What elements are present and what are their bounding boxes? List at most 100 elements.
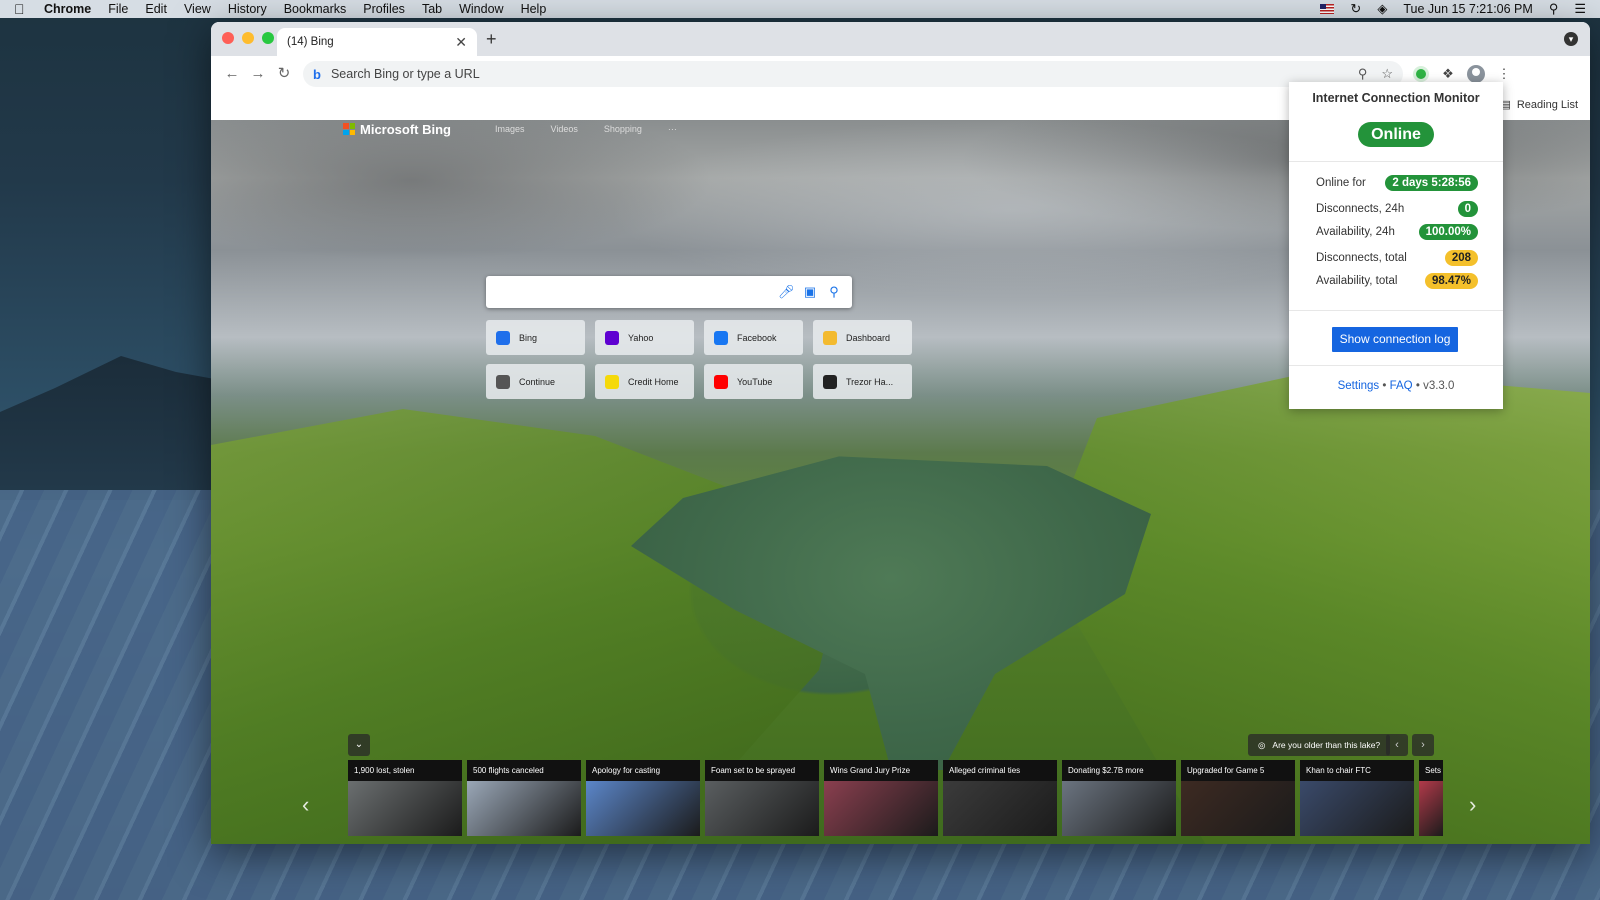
continue-icon bbox=[496, 374, 510, 389]
nav-more[interactable]: ··· bbox=[668, 124, 677, 134]
news-scroll-left-icon[interactable]: ‹ bbox=[302, 792, 309, 818]
news-card[interactable]: Foam set to be sprayed bbox=[705, 760, 819, 836]
control-center-icon[interactable]: ☰ bbox=[1574, 0, 1586, 18]
quick-link-tile[interactable]: Dashboard bbox=[813, 320, 912, 355]
window-zoom-button[interactable] bbox=[262, 32, 274, 44]
quick-link-tile[interactable]: Trezor Ha... bbox=[813, 364, 912, 399]
reading-list-label: Reading List bbox=[1516, 98, 1578, 111]
quick-link-tile[interactable]: Bing bbox=[486, 320, 585, 355]
reading-list-button[interactable]: ▤ Reading List bbox=[1500, 98, 1578, 112]
input-source-flag-icon[interactable] bbox=[1320, 4, 1335, 14]
stat-row: Disconnects, 24h 0 bbox=[1316, 201, 1478, 217]
microphone-icon[interactable]: 🎤︎ bbox=[778, 284, 795, 300]
show-connection-log-button[interactable]: Show connection log bbox=[1332, 327, 1458, 352]
version-label: v3.3.0 bbox=[1423, 380, 1455, 392]
stat-value-badge: 100.00% bbox=[1418, 224, 1478, 240]
menu-tab[interactable]: Tab bbox=[422, 0, 442, 18]
reload-button[interactable]: ↻ bbox=[271, 61, 297, 87]
news-card-title: 1,900 lost, stolen bbox=[354, 766, 415, 775]
extensions-puzzle-icon[interactable]: ❖ bbox=[1439, 66, 1457, 82]
settings-link[interactable]: Settings bbox=[1338, 380, 1380, 392]
zoom-icon[interactable]: ⚲ bbox=[1358, 66, 1368, 82]
news-card-image bbox=[348, 781, 462, 836]
menu-help[interactable]: Help bbox=[521, 0, 547, 18]
nav-images[interactable]: Images bbox=[495, 124, 525, 134]
microsoft-bing-logo[interactable]: Microsoft Bing bbox=[343, 122, 451, 137]
menu-view[interactable]: View bbox=[184, 0, 211, 18]
quick-link-label: Credit Home bbox=[628, 376, 679, 387]
quick-link-tile[interactable]: Credit Home bbox=[595, 364, 694, 399]
tab-bing[interactable]: (14) Bing ✕ bbox=[277, 28, 477, 56]
news-card[interactable]: Donating $2.7B more bbox=[1062, 760, 1176, 836]
address-bar[interactable]: b Search Bing or type a URL ⚲ ☆ bbox=[303, 61, 1403, 87]
popup-title: Internet Connection Monitor bbox=[1312, 91, 1480, 105]
news-scroll-right-icon[interactable]: › bbox=[1469, 792, 1476, 818]
bing-favicon-icon: b bbox=[313, 66, 321, 82]
menu-app-name[interactable]: Chrome bbox=[44, 0, 91, 18]
trezor-icon bbox=[823, 374, 837, 389]
news-card[interactable]: 500 flights canceled bbox=[467, 760, 581, 836]
news-card-title: Apology for casting bbox=[592, 766, 661, 775]
news-card[interactable]: Alleged criminal ties bbox=[943, 760, 1057, 836]
news-card-image bbox=[824, 781, 938, 836]
menu-edit[interactable]: Edit bbox=[145, 0, 167, 18]
profile-avatar-icon[interactable] bbox=[1467, 65, 1485, 83]
previous-image-button[interactable]: ‹ bbox=[1386, 734, 1408, 756]
news-card-title: Upgraded for Game 5 bbox=[1187, 766, 1265, 775]
menu-profiles[interactable]: Profiles bbox=[363, 0, 405, 18]
chrome-menu-icon[interactable]: ⋮ bbox=[1495, 66, 1513, 82]
news-card-title: Alleged criminal ties bbox=[949, 766, 1021, 775]
search-icon[interactable]: ⚲ bbox=[826, 284, 842, 300]
tab-close-icon[interactable]: ✕ bbox=[455, 34, 467, 51]
connection-monitor-extension-icon[interactable] bbox=[1413, 66, 1429, 82]
image-info-button[interactable]: ◎ Are you older than this lake? bbox=[1248, 734, 1391, 756]
stat-row: Disconnects, total 208 bbox=[1316, 250, 1478, 266]
next-image-button[interactable]: › bbox=[1412, 734, 1434, 756]
news-card[interactable]: 1,900 lost, stolen bbox=[348, 760, 462, 836]
quick-link-tile[interactable]: Yahoo bbox=[595, 320, 694, 355]
visual-search-icon[interactable]: ▣ bbox=[802, 284, 818, 300]
news-card-image bbox=[943, 781, 1057, 836]
menu-bookmarks[interactable]: Bookmarks bbox=[284, 0, 347, 18]
collapse-feed-button[interactable]: ⌄ bbox=[348, 734, 370, 756]
news-card[interactable]: Wins Grand Jury Prize bbox=[824, 760, 938, 836]
menu-file[interactable]: File bbox=[108, 0, 128, 18]
spotlight-search-icon[interactable]: ⚲ bbox=[1549, 0, 1559, 18]
bookmark-star-icon[interactable]: ☆ bbox=[1381, 66, 1393, 82]
tab-search-icon[interactable]: ▾ bbox=[1564, 32, 1578, 46]
window-close-button[interactable] bbox=[222, 32, 234, 44]
window-minimize-button[interactable] bbox=[242, 32, 254, 44]
forward-button[interactable]: → bbox=[245, 61, 271, 87]
news-card-image bbox=[1419, 781, 1443, 836]
quick-link-label: Facebook bbox=[737, 332, 777, 343]
menu-window[interactable]: Window bbox=[459, 0, 503, 18]
apple-menu-icon[interactable]:  bbox=[14, 2, 28, 16]
bing-logo-text: Microsoft Bing bbox=[360, 121, 451, 137]
quick-link-tile[interactable]: Continue bbox=[486, 364, 585, 399]
popup-footer: Settings • FAQ • v3.3.0 bbox=[1289, 380, 1503, 392]
desktop-wallpaper-mountain bbox=[0, 356, 220, 500]
wifi-icon[interactable]: ◈ bbox=[1377, 0, 1387, 18]
stat-label: Disconnects, total bbox=[1316, 252, 1407, 264]
quick-link-tile[interactable]: Facebook bbox=[704, 320, 803, 355]
quick-link-label: Continue bbox=[519, 376, 556, 387]
time-machine-icon[interactable]: ↻ bbox=[1350, 0, 1361, 18]
stat-row: Online for 2 days 5:28:56 bbox=[1316, 175, 1478, 191]
news-card[interactable]: Apology for casting bbox=[586, 760, 700, 836]
mac-menu-bar:  Chrome File Edit View History Bookmark… bbox=[0, 0, 1600, 18]
back-button[interactable]: ← bbox=[219, 61, 245, 87]
nav-videos[interactable]: Videos bbox=[551, 124, 578, 134]
menu-clock[interactable]: Tue Jun 15 7:21:06 PM bbox=[1403, 2, 1532, 16]
menu-history[interactable]: History bbox=[228, 0, 267, 18]
news-card[interactable]: Sets bbox=[1419, 760, 1443, 836]
quick-link-label: YouTube bbox=[737, 376, 773, 387]
nav-shopping[interactable]: Shopping bbox=[604, 124, 642, 134]
new-tab-button[interactable]: + bbox=[486, 29, 497, 50]
news-card-image bbox=[705, 781, 819, 836]
quick-link-tile[interactable]: YouTube bbox=[704, 364, 803, 399]
news-card[interactable]: Khan to chair FTC bbox=[1300, 760, 1414, 836]
stat-value-badge: 0 bbox=[1457, 201, 1478, 217]
news-card[interactable]: Upgraded for Game 5 bbox=[1181, 760, 1295, 836]
bing-search-box[interactable]: 🎤︎ ▣ ⚲ bbox=[486, 276, 852, 308]
faq-link[interactable]: FAQ bbox=[1390, 380, 1413, 392]
